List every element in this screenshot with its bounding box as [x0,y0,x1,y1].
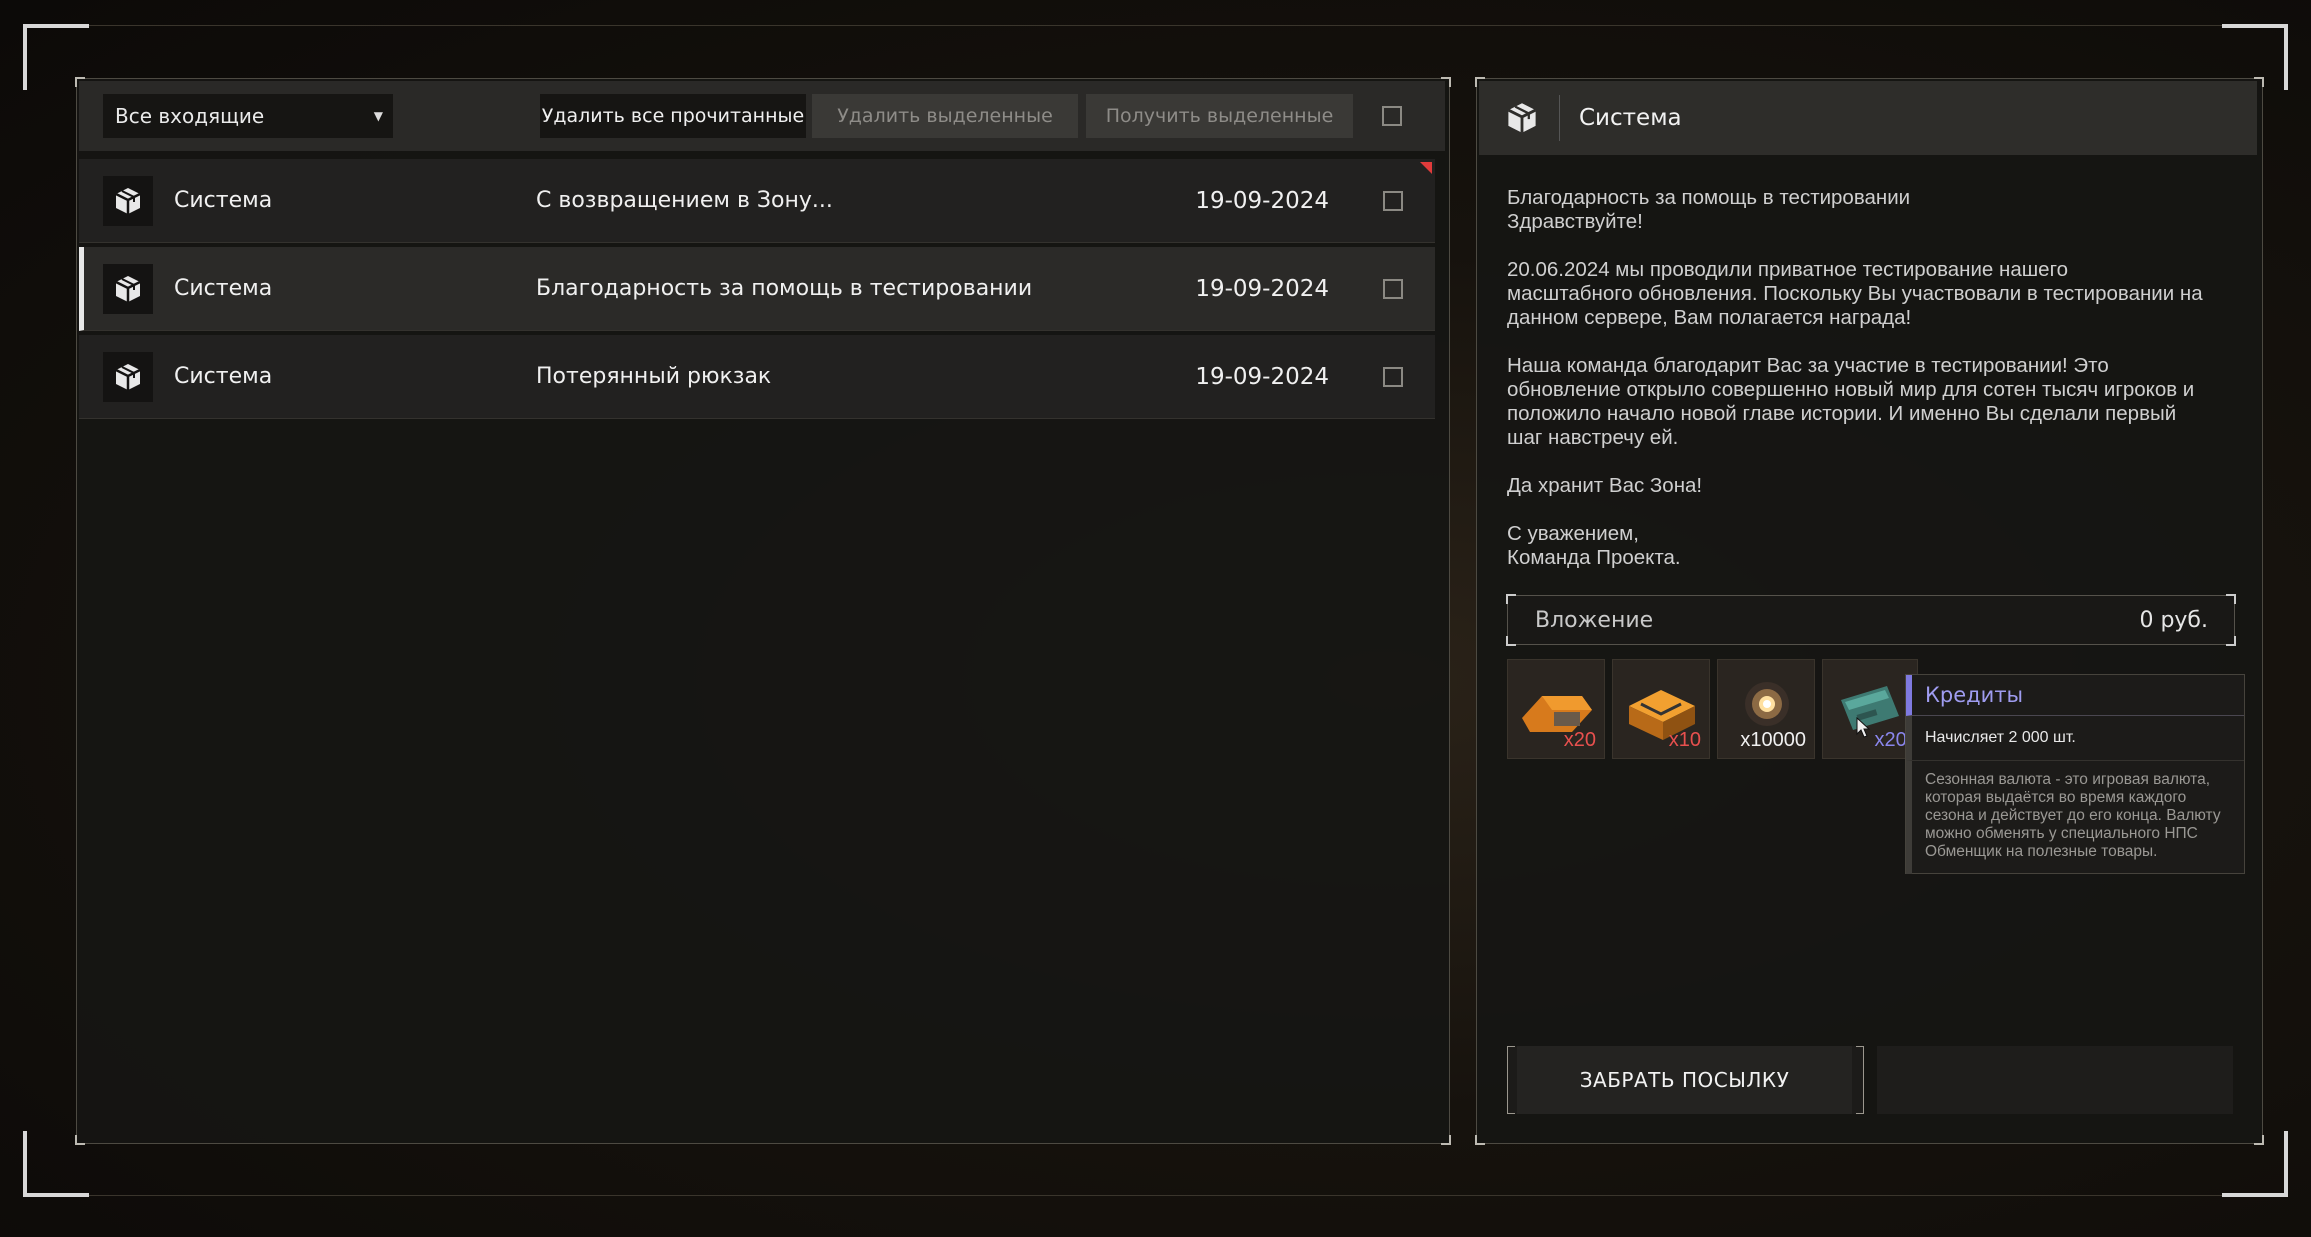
inbox-filter-dropdown[interactable]: Все входящие ▼ [103,94,393,138]
item-quantity: x20 [1563,729,1596,751]
chevron-down-icon: ▼ [373,109,383,123]
item-quantity: x10 [1668,729,1701,751]
mail-row[interactable]: Система Потерянный рюкзак 19-09-2024 [79,335,1435,419]
letter-blessing: Да хранит Вас Зона! [1507,474,1703,497]
system-box-icon [103,264,153,314]
panel-corner [1506,594,1516,604]
panel-corner [1441,1135,1451,1145]
tooltip-title: Кредиты [1906,675,2244,716]
item-tooltip: Кредиты Начисляет 2 000 шт. Сезонная вал… [1905,674,2245,874]
delete-read-button[interactable]: Удалить все прочитанные [540,94,806,138]
system-box-icon [1499,95,1545,141]
mail-row[interactable]: Система С возвращением в Зону... 19-09-2… [79,159,1435,243]
attachment-amount: 0 руб. [2139,608,2208,633]
panel-corner [2226,594,2236,604]
mail-sender: Система [174,276,273,301]
letter-closing: С уважением, [1507,522,1639,545]
letter-paragraph-line: шаг навстречу ей. [1507,426,1679,449]
mail-checkbox[interactable] [1383,191,1403,211]
mail-sender: Система [174,188,273,213]
mouse-cursor-icon [1856,717,1871,738]
system-box-icon [103,176,153,226]
item-slot[interactable]: x2000 [1822,659,1918,759]
letter-signature: Команда Проекта. [1507,546,1681,569]
claim-parcel-label: ЗАБРАТЬ ПОСЫЛКУ [1517,1046,1852,1114]
header-divider [1559,95,1560,141]
mail-checkbox[interactable] [1383,279,1403,299]
mail-checkbox[interactable] [1383,367,1403,387]
panel-corner [1475,1135,1485,1145]
letter-paragraph-line: данном сервере, Вам полагается награда! [1507,306,1912,329]
claim-parcel-button[interactable]: ЗАБРАТЬ ПОСЫЛКУ [1507,1046,1864,1114]
button-bracket-right [1856,1046,1864,1114]
letter-sender: Система [1579,105,1682,131]
tooltip-description: Сезонная валюта - это игровая валюта, ко… [1906,760,2244,874]
attachment-bar: Вложение 0 руб. [1506,594,2236,646]
letter-paragraph-line: Наша команда благодарит Вас за участие в… [1507,354,2109,377]
item-quantity: x10000 [1740,729,1806,751]
select-all-checkbox[interactable] [1382,106,1402,126]
letter-greeting: Здравствуйте! [1507,210,1643,233]
claim-area-background [1877,1046,2233,1114]
letter-paragraph-line: масштабного обновления. Поскольку Вы уча… [1507,282,2203,305]
mail-date: 19-09-2024 [1195,364,1329,390]
unread-flag-icon [1420,162,1432,174]
item-slot[interactable]: x20 [1507,659,1605,759]
item-slot[interactable]: x10 [1612,659,1710,759]
attachment-label: Вложение [1535,608,1654,633]
mail-row[interactable]: Система Благодарность за помощь в тестир… [79,247,1435,331]
mail-subject: Потерянный рюкзак [536,364,772,389]
letter-paragraph-line: 20.06.2024 мы проводили приватное тестир… [1507,258,2069,281]
button-bracket-left [1507,1046,1515,1114]
mail-sender: Система [174,364,273,389]
panel-corner [75,1135,85,1145]
letter-paragraph-line: обновление открыло совершенно новый мир … [1507,378,2195,401]
panel-corner [2254,1135,2264,1145]
inbox-toolbar: Все входящие ▼ Удалить все прочитанные У… [79,81,1445,151]
inbox-filter-value: Все входящие [115,104,265,128]
panel-corner [1506,636,1516,646]
letter-paragraph-line: положило начало новой главе истории. И и… [1507,402,2177,425]
item-slot[interactable]: x10000 [1717,659,1815,759]
panel-corner [2226,636,2236,646]
mail-date: 19-09-2024 [1195,188,1329,214]
mail-date: 19-09-2024 [1195,276,1329,302]
delete-selected-button[interactable]: Удалить выделенные [812,94,1078,138]
tooltip-amount: Начисляет 2 000 шт. [1906,716,2244,760]
frame-top-line [24,25,2287,26]
letter-subject-line: Благодарность за помощь в тестировании [1507,186,1911,209]
system-box-icon [103,352,153,402]
mail-subject: С возвращением в Зону... [536,188,833,213]
frame-bottom-line [24,1195,2287,1196]
letter-header: Система [1479,81,2257,155]
receive-selected-button[interactable]: Получить выделенные [1086,94,1353,138]
mail-subject: Благодарность за помощь в тестировании [536,276,1033,301]
